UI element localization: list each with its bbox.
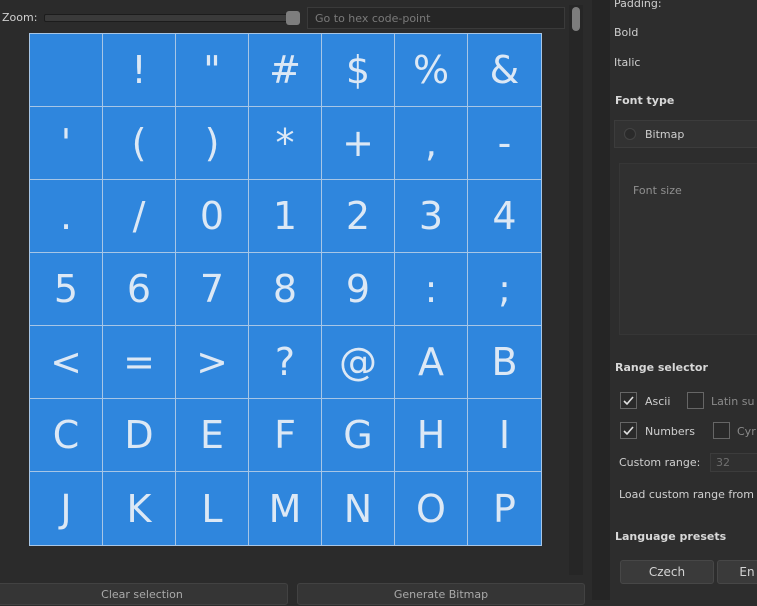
- glyph-cell[interactable]: ;: [468, 253, 541, 326]
- numbers-label: Numbers: [645, 425, 695, 438]
- font-size-group: Font size: [619, 163, 757, 335]
- glyph-cell[interactable]: 8: [249, 253, 322, 326]
- font-size-label: Font size: [633, 184, 682, 197]
- glyph-cell[interactable]: >: [176, 326, 249, 399]
- glyph-cell[interactable]: @: [322, 326, 395, 399]
- ascii-label: Ascii: [645, 395, 671, 408]
- glyph-cell[interactable]: ": [176, 34, 249, 107]
- glyph-cell[interactable]: [30, 34, 103, 107]
- zoom-label: Zoom:: [2, 11, 38, 24]
- glyph-cell[interactable]: $: [322, 34, 395, 107]
- bitmap-radio-button[interactable]: [624, 128, 636, 140]
- glyph-cell[interactable]: =: [103, 326, 176, 399]
- glyph-cell[interactable]: 3: [395, 180, 468, 253]
- italic-label: Italic: [614, 56, 641, 69]
- glyph-cell[interactable]: H: [395, 399, 468, 472]
- hex-code-point-input[interactable]: [307, 7, 565, 29]
- clear-selection-button[interactable]: Clear selection: [0, 583, 288, 605]
- bold-label: Bold: [614, 26, 639, 39]
- checkmark-icon: [623, 426, 634, 436]
- bitmap-label: Bitmap: [645, 128, 685, 141]
- glyph-cell[interactable]: ': [30, 107, 103, 180]
- bitmap-radio-option[interactable]: Bitmap: [614, 120, 757, 148]
- glyph-cell[interactable]: (: [103, 107, 176, 180]
- glyph-cell[interactable]: A: [395, 326, 468, 399]
- pane-splitter[interactable]: [592, 0, 610, 600]
- load-custom-range-label[interactable]: Load custom range from: [619, 488, 754, 501]
- glyph-cell[interactable]: C: [30, 399, 103, 472]
- scrollbar-handle[interactable]: [572, 7, 580, 31]
- glyph-cell[interactable]: F: [249, 399, 322, 472]
- glyph-cell[interactable]: ,: [395, 107, 468, 180]
- glyph-cell[interactable]: G: [322, 399, 395, 472]
- glyph-cell[interactable]: D: [103, 399, 176, 472]
- ascii-checkbox[interactable]: [620, 392, 637, 409]
- glyph-grid: ! " # $% & '() * +, -./0 1 2 3 4 5 6 7 8 9:; < = >? @ A B C D E F G H…: [29, 33, 542, 546]
- glyph-cell[interactable]: 5: [30, 253, 103, 326]
- english-preset-button[interactable]: En: [717, 560, 757, 584]
- glyph-cell[interactable]: 0: [176, 180, 249, 253]
- glyph-cell[interactable]: P: [468, 472, 541, 545]
- zoom-slider-track[interactable]: [44, 14, 300, 22]
- padding-label: Padding:: [614, 0, 662, 10]
- glyph-cell[interactable]: N: [322, 472, 395, 545]
- glyph-cell[interactable]: K: [103, 472, 176, 545]
- glyph-cell[interactable]: 6: [103, 253, 176, 326]
- glyph-cell[interactable]: !: [103, 34, 176, 107]
- glyph-cell[interactable]: E: [176, 399, 249, 472]
- glyph-cell[interactable]: 1: [249, 180, 322, 253]
- czech-preset-button[interactable]: Czech: [620, 560, 714, 584]
- glyph-cell[interactable]: 7: [176, 253, 249, 326]
- glyph-view-scrollbar[interactable]: [569, 5, 583, 575]
- glyph-cell[interactable]: +: [322, 107, 395, 180]
- font-type-title: Font type: [615, 94, 675, 107]
- glyph-cell[interactable]: I: [468, 399, 541, 472]
- latin-supplement-checkbox[interactable]: [687, 392, 704, 409]
- checkmark-icon: [623, 396, 634, 406]
- glyph-cell[interactable]: M: [249, 472, 322, 545]
- glyph-view-pane: Zoom: !"#$%& '()*+,-./01234 56789:; <=>?@AB…: [0, 0, 592, 605]
- cyrillic-checkbox[interactable]: [713, 422, 730, 439]
- glyph-cell[interactable]: L: [176, 472, 249, 545]
- numbers-checkbox[interactable]: [620, 422, 637, 439]
- glyph-cell[interactable]: B: [468, 326, 541, 399]
- glyph-cell[interactable]: 4: [468, 180, 541, 253]
- glyph-cell[interactable]: &: [468, 34, 541, 107]
- language-presets-title: Language presets: [615, 530, 727, 543]
- glyph-cell[interactable]: O: [395, 472, 468, 545]
- zoom-slider[interactable]: [44, 11, 300, 25]
- range-selector-title: Range selector: [615, 361, 708, 374]
- glyph-cell[interactable]: -: [468, 107, 541, 180]
- zoom-slider-handle[interactable]: [286, 11, 300, 25]
- cyrillic-label: Cyr: [737, 425, 756, 438]
- glyph-cell[interactable]: /: [103, 180, 176, 253]
- glyph-cell[interactable]: :: [395, 253, 468, 326]
- glyph-cell[interactable]: *: [249, 107, 322, 180]
- glyph-cell[interactable]: 9: [322, 253, 395, 326]
- custom-range-input[interactable]: [710, 453, 757, 472]
- glyph-cell[interactable]: #: [249, 34, 322, 107]
- custom-range-label: Custom range:: [619, 456, 701, 469]
- settings-panel: Padding: Bold Italic Font type Bitmap Fo…: [610, 0, 757, 600]
- glyph-cell[interactable]: ): [176, 107, 249, 180]
- glyph-cell[interactable]: ?: [249, 326, 322, 399]
- glyph-cell[interactable]: .: [30, 180, 103, 253]
- glyph-cell[interactable]: J: [30, 472, 103, 545]
- glyph-cell[interactable]: %: [395, 34, 468, 107]
- glyph-cell[interactable]: <: [30, 326, 103, 399]
- generate-bitmap-button[interactable]: Generate Bitmap: [297, 583, 585, 605]
- glyph-cell[interactable]: 2: [322, 180, 395, 253]
- latin-supplement-label: Latin su: [711, 395, 755, 408]
